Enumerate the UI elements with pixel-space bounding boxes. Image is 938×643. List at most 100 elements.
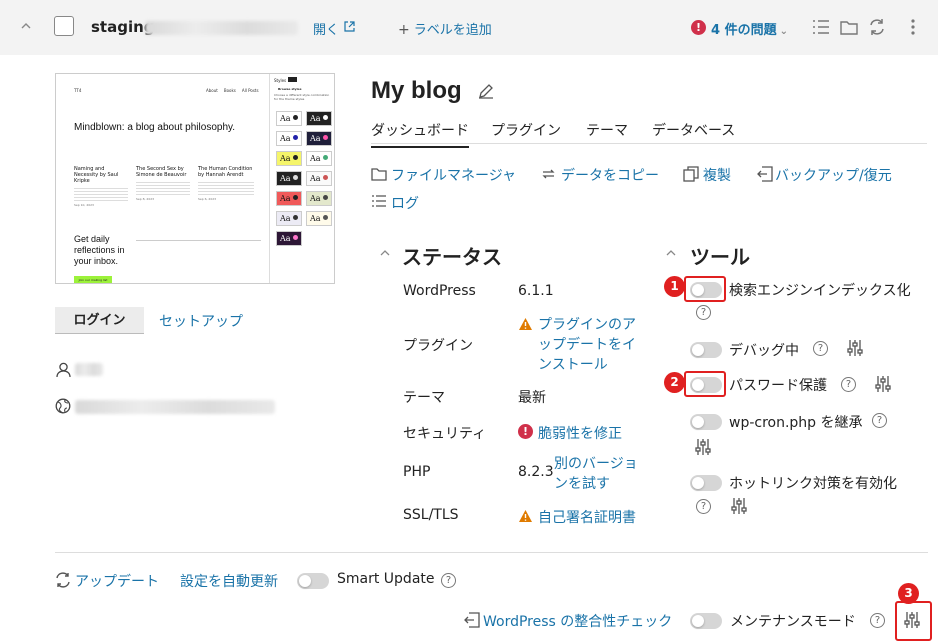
collapse-chevron-icon[interactable] bbox=[20, 20, 32, 32]
more-options-icon[interactable] bbox=[910, 18, 916, 36]
status-label-theme: テーマ bbox=[403, 390, 445, 406]
style-swatch: Aa bbox=[276, 231, 302, 246]
callout-highlight-1 bbox=[684, 276, 726, 302]
hotlink-protection-toggle[interactable] bbox=[690, 475, 722, 491]
help-icon[interactable]: ? bbox=[813, 341, 828, 356]
password-protection-label: パスワード保護 bbox=[729, 378, 827, 394]
help-icon[interactable]: ? bbox=[870, 613, 885, 628]
status-heading: ステータス bbox=[402, 245, 502, 269]
open-site-link[interactable]: 開く bbox=[313, 19, 339, 38]
file-manager-link[interactable]: ファイルマネージャ bbox=[391, 165, 516, 185]
warning-icon bbox=[518, 509, 533, 523]
search-indexing-label: 検索エンジンインデックス化 bbox=[729, 283, 911, 299]
thumbnail-styles-panel: Styles Browse styles Choose a different … bbox=[269, 74, 334, 283]
setup-link[interactable]: セットアップ bbox=[159, 311, 243, 331]
panel-subtitle: Browse styles bbox=[278, 87, 302, 91]
list-view-icon[interactable] bbox=[812, 19, 830, 35]
fix-vulnerability-link[interactable]: 脆弱性を修正 bbox=[538, 423, 622, 443]
site-preview-thumbnail[interactable]: TT4 About Books All Posts Mindblown: a blo… bbox=[55, 73, 335, 284]
style-swatch: Aa bbox=[276, 151, 302, 166]
style-swatch: Aa bbox=[306, 151, 332, 166]
style-swatch: Aa bbox=[276, 131, 302, 146]
help-icon[interactable]: ? bbox=[441, 573, 456, 588]
style-swatch: Aa bbox=[276, 171, 302, 186]
refresh-icon[interactable] bbox=[868, 18, 886, 36]
tab-plugins[interactable]: プラグイン bbox=[491, 120, 561, 140]
callout-highlight-3 bbox=[895, 601, 932, 641]
callout-badge-3: 3 bbox=[898, 583, 919, 604]
settings-sliders-icon[interactable] bbox=[731, 497, 747, 515]
login-button[interactable]: ログイン bbox=[55, 307, 144, 334]
tab-database[interactable]: データベース bbox=[652, 120, 735, 140]
help-icon[interactable]: ? bbox=[696, 499, 711, 514]
security-alert-icon: ! bbox=[518, 424, 533, 439]
hotlink-protection-label: ホットリンク対策を有効化 bbox=[729, 476, 897, 492]
thumbnail-logo: TT4 bbox=[74, 88, 82, 93]
thumbnail-post-1: Naming and Necessity by Saul Kripke Sep … bbox=[74, 166, 128, 208]
maintenance-mode-toggle[interactable] bbox=[690, 613, 722, 629]
tab-dashboard[interactable]: ダッシュボード bbox=[371, 120, 469, 148]
help-icon[interactable]: ? bbox=[696, 305, 711, 320]
thumbnail-headline: Mindblown: a blog about philosophy. bbox=[74, 122, 236, 133]
style-swatch: Aa bbox=[306, 191, 332, 206]
settings-sliders-icon[interactable] bbox=[695, 438, 711, 456]
clone-link[interactable]: 複製 bbox=[703, 165, 731, 185]
user-icon bbox=[56, 362, 71, 378]
settings-sliders-icon[interactable] bbox=[875, 375, 891, 393]
smart-update-toggle[interactable] bbox=[297, 573, 329, 589]
status-value-wordpress: 6.1.1 bbox=[518, 283, 554, 299]
debug-label: デバッグ中 bbox=[729, 343, 799, 359]
settings-sliders-icon[interactable] bbox=[847, 339, 863, 357]
callout-highlight-2 bbox=[684, 371, 726, 397]
thumbnail-cta: Get daily reflections in your inbox. bbox=[74, 234, 125, 266]
external-link-icon bbox=[344, 21, 355, 32]
help-icon[interactable]: ? bbox=[841, 377, 856, 392]
tools-heading: ツール bbox=[690, 245, 750, 269]
maintenance-mode-label: メンテナンスモード bbox=[730, 614, 856, 630]
globe-icon bbox=[55, 398, 71, 414]
try-php-version-link[interactable]: 別のバージョンを試す bbox=[554, 454, 638, 494]
thumbnail-nav: About Books All Posts bbox=[206, 88, 259, 93]
status-value-theme: 最新 bbox=[518, 390, 546, 406]
site-title: My blog bbox=[371, 77, 462, 104]
copy-data-link[interactable]: データをコピー bbox=[561, 165, 659, 185]
callout-badge-2: 2 bbox=[664, 372, 685, 393]
style-swatch: Aa bbox=[276, 111, 302, 126]
folder-icon bbox=[371, 167, 387, 181]
tools-collapse-chevron-icon[interactable] bbox=[666, 249, 676, 257]
blurred-url bbox=[75, 400, 275, 414]
help-icon[interactable]: ? bbox=[872, 413, 887, 428]
update-link[interactable]: アップデート bbox=[75, 571, 159, 591]
status-value-php: 8.2.3 bbox=[518, 464, 554, 480]
status-label-php: PHP bbox=[403, 464, 431, 480]
edit-pencil-icon[interactable] bbox=[478, 83, 494, 99]
panel-title: Styles bbox=[274, 78, 287, 83]
blurred-username bbox=[75, 363, 103, 376]
folder-icon[interactable] bbox=[840, 19, 858, 35]
style-swatch: Aa bbox=[276, 211, 302, 226]
select-site-checkbox[interactable] bbox=[54, 16, 74, 36]
copy-data-icon bbox=[541, 167, 556, 181]
ssl-certificate-link[interactable]: 自己署名証明書 bbox=[538, 507, 636, 527]
plugin-update-link[interactable]: プラグインのアップデートをインストール bbox=[538, 315, 642, 375]
panel-desc: Choose a different style combination for… bbox=[274, 93, 330, 101]
log-icon bbox=[371, 194, 387, 208]
site-header-bar: staging 開く + ラベルを追加 ! 4 件の問題 ⌄ bbox=[0, 0, 938, 55]
blurred-domain bbox=[145, 21, 298, 35]
add-label-button[interactable]: + ラベルを追加 bbox=[398, 19, 492, 38]
thumbnail-divider bbox=[136, 240, 261, 241]
backup-restore-link[interactable]: バックアップ/復元 bbox=[775, 165, 892, 185]
callout-badge-1: 1 bbox=[664, 276, 685, 297]
integrity-check-link[interactable]: WordPress の整合性チェック bbox=[483, 611, 672, 631]
issue-alert-icon: ! bbox=[691, 20, 706, 35]
status-collapse-chevron-icon[interactable] bbox=[380, 249, 390, 257]
auto-update-settings-link[interactable]: 設定を自動更新 bbox=[180, 571, 278, 591]
issues-dropdown[interactable]: 4 件の問題 ⌄ bbox=[711, 19, 788, 38]
thumbnail-post-3: The Human Condition by Hannah Arendt Sep… bbox=[198, 166, 254, 201]
debug-toggle[interactable] bbox=[690, 342, 722, 358]
update-refresh-icon bbox=[55, 572, 71, 588]
integrity-check-icon bbox=[464, 612, 480, 628]
wp-cron-toggle[interactable] bbox=[690, 414, 722, 430]
log-link[interactable]: ログ bbox=[391, 193, 419, 213]
tab-themes[interactable]: テーマ bbox=[586, 120, 628, 140]
